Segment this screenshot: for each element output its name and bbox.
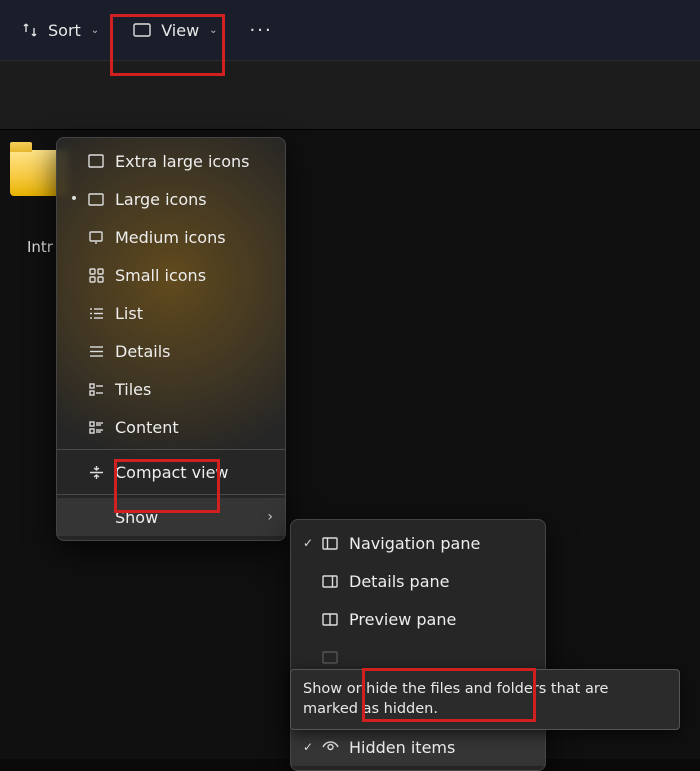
list-icon bbox=[83, 307, 109, 320]
hidden-items-icon bbox=[317, 741, 343, 753]
menu-item-extra-large-icons[interactable]: Extra large icons bbox=[57, 142, 285, 180]
more-icon: ··· bbox=[250, 20, 273, 41]
menu-item-label: Content bbox=[115, 418, 273, 437]
sort-label: Sort bbox=[48, 21, 81, 40]
menu-item-preview-pane[interactable]: Preview pane bbox=[291, 600, 545, 638]
menu-item-large-icons[interactable]: • Large icons bbox=[57, 180, 285, 218]
placeholder-icon bbox=[317, 651, 343, 664]
menu-separator bbox=[57, 494, 285, 495]
menu-item-label: Preview pane bbox=[349, 610, 533, 629]
more-button[interactable]: ··· bbox=[238, 12, 285, 49]
menu-item-label: Large icons bbox=[115, 190, 273, 209]
small-icons-icon bbox=[83, 268, 109, 283]
menu-item-hidden-items[interactable]: ✓ Hidden items bbox=[291, 728, 545, 766]
tooltip-text: Show or hide the files and folders that … bbox=[303, 681, 608, 717]
check-icon: ✓ bbox=[299, 536, 317, 550]
view-menu: Extra large icons • Large icons Medium i… bbox=[56, 137, 286, 541]
details-icon bbox=[83, 345, 109, 358]
content-header-bar bbox=[0, 60, 700, 130]
show-submenu: ✓ Navigation pane Details pane Preview p… bbox=[290, 519, 546, 771]
menu-item-tiles[interactable]: Tiles bbox=[57, 370, 285, 408]
view-button[interactable]: View ⌄ bbox=[119, 13, 231, 48]
chevron-right-icon: › bbox=[267, 509, 273, 525]
menu-item-details[interactable]: Details bbox=[57, 332, 285, 370]
menu-item-compact-view[interactable]: Compact view bbox=[57, 453, 285, 491]
menu-item-label: Show bbox=[115, 508, 267, 527]
menu-item-label: Details bbox=[115, 342, 273, 361]
menu-item-label: Extra large icons bbox=[115, 152, 273, 171]
content-icon bbox=[83, 421, 109, 434]
menu-item-content[interactable]: Content bbox=[57, 408, 285, 446]
sort-button[interactable]: Sort ⌄ bbox=[8, 13, 113, 48]
tooltip: Show or hide the files and folders that … bbox=[290, 669, 680, 730]
large-icons-icon bbox=[83, 193, 109, 206]
menu-item-label: Medium icons bbox=[115, 228, 273, 247]
chevron-down-icon: ⌄ bbox=[91, 25, 99, 36]
toolbar: Sort ⌄ View ⌄ ··· bbox=[0, 0, 700, 60]
tiles-icon bbox=[83, 383, 109, 396]
sort-icon bbox=[22, 22, 38, 38]
menu-item-details-pane[interactable]: Details pane bbox=[291, 562, 545, 600]
navigation-pane-icon bbox=[317, 537, 343, 550]
menu-item-label: List bbox=[115, 304, 273, 323]
check-icon: ✓ bbox=[299, 740, 317, 754]
menu-item-show[interactable]: Show › bbox=[57, 498, 285, 536]
menu-item-label: Navigation pane bbox=[349, 534, 533, 553]
details-pane-icon bbox=[317, 575, 343, 588]
view-icon bbox=[133, 23, 151, 37]
medium-icons-icon bbox=[83, 231, 109, 244]
menu-separator bbox=[57, 449, 285, 450]
menu-item-medium-icons[interactable]: Medium icons bbox=[57, 218, 285, 256]
view-label: View bbox=[161, 21, 199, 40]
selected-dot-icon: • bbox=[65, 192, 83, 206]
compact-view-icon bbox=[83, 465, 109, 480]
preview-pane-icon bbox=[317, 613, 343, 626]
menu-item-label: Tiles bbox=[115, 380, 273, 399]
menu-item-label: Small icons bbox=[115, 266, 273, 285]
menu-item-label: Details pane bbox=[349, 572, 533, 591]
content-area: Intr Extra large icons • Large icons Med… bbox=[0, 60, 700, 759]
chevron-down-icon: ⌄ bbox=[209, 25, 217, 36]
menu-item-small-icons[interactable]: Small icons bbox=[57, 256, 285, 294]
menu-item-label: Compact view bbox=[115, 463, 273, 482]
menu-item-label: Hidden items bbox=[349, 738, 533, 757]
menu-item-list[interactable]: List bbox=[57, 294, 285, 332]
extra-large-icons-icon bbox=[83, 154, 109, 168]
menu-item-navigation-pane[interactable]: ✓ Navigation pane bbox=[291, 524, 545, 562]
